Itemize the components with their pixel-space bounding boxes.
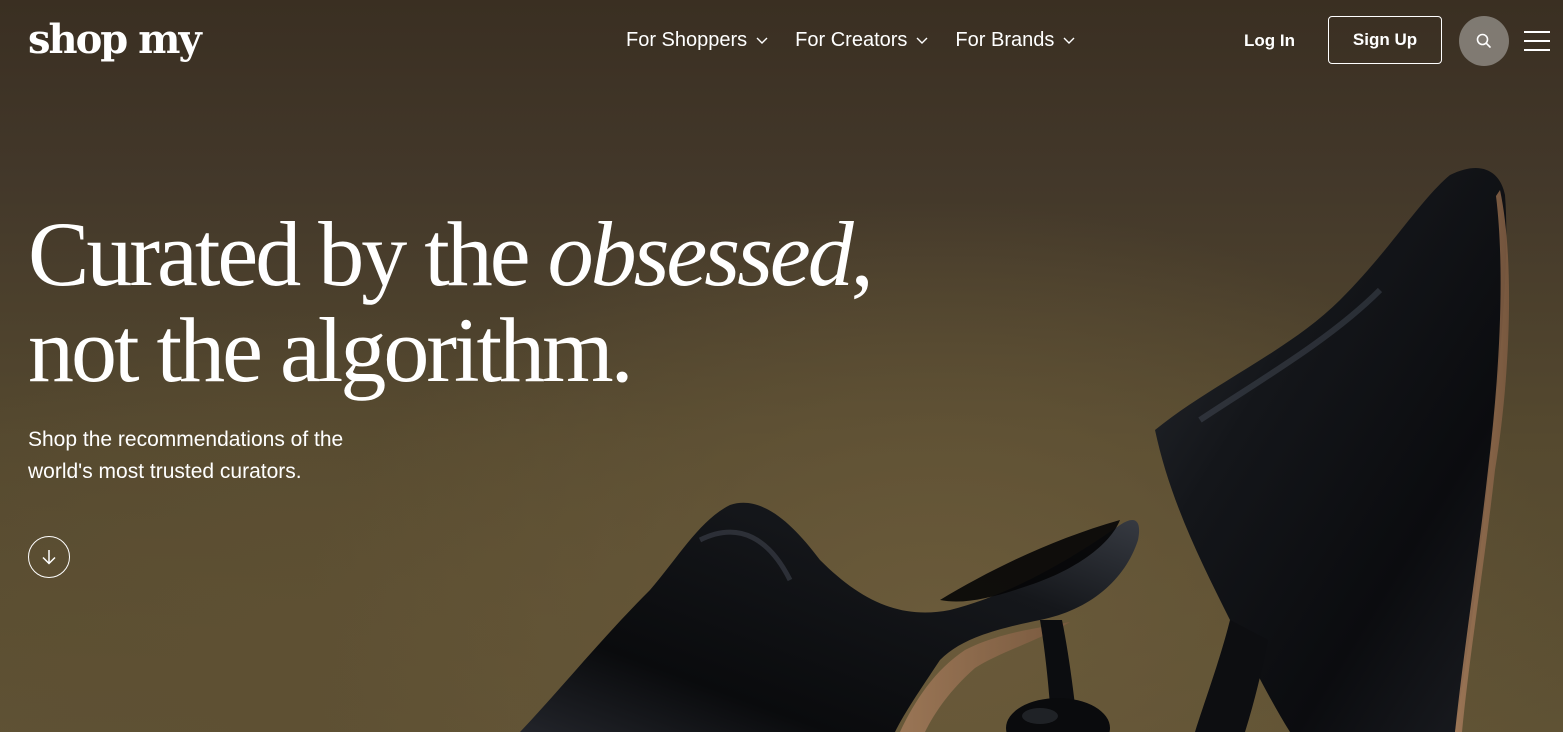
headline-emphasis: obsessed <box>547 203 854 305</box>
nav-for-shoppers[interactable]: For Shoppers <box>626 24 769 56</box>
nav-label: For Creators <box>795 29 908 51</box>
headline-part1: Curated by the <box>28 203 548 305</box>
headline-line2: not the algorithm. <box>28 299 634 401</box>
nav-for-brands[interactable]: For Brands <box>955 24 1076 56</box>
signup-button[interactable]: Sign Up <box>1328 16 1442 64</box>
arrow-down-icon <box>42 550 56 565</box>
search-button[interactable] <box>1459 16 1509 66</box>
hero-section: shop my For Shoppers For Creators For Br… <box>0 0 1563 732</box>
logo[interactable]: shop my <box>28 12 202 68</box>
search-icon <box>1476 33 1491 48</box>
hamburger-menu-icon[interactable] <box>1522 28 1552 54</box>
login-button[interactable]: Log In <box>1244 26 1295 56</box>
scroll-down-button[interactable] <box>28 536 70 578</box>
main-nav: For Shoppers For Creators For Brands <box>626 24 1076 56</box>
chevron-down-icon <box>1063 37 1075 44</box>
hero-headline: Curated by the obsessed, not the algorit… <box>28 206 1028 398</box>
nav-for-creators[interactable]: For Creators <box>795 24 929 56</box>
site-header: shop my For Shoppers For Creators For Br… <box>0 0 1563 82</box>
chevron-down-icon <box>916 37 928 44</box>
hero-subtext: Shop the recommendations of the world's … <box>28 428 344 483</box>
nav-label: For Brands <box>955 29 1055 51</box>
headline-part2: , <box>850 203 874 305</box>
chevron-down-icon <box>756 37 768 44</box>
nav-label: For Shoppers <box>626 29 748 51</box>
